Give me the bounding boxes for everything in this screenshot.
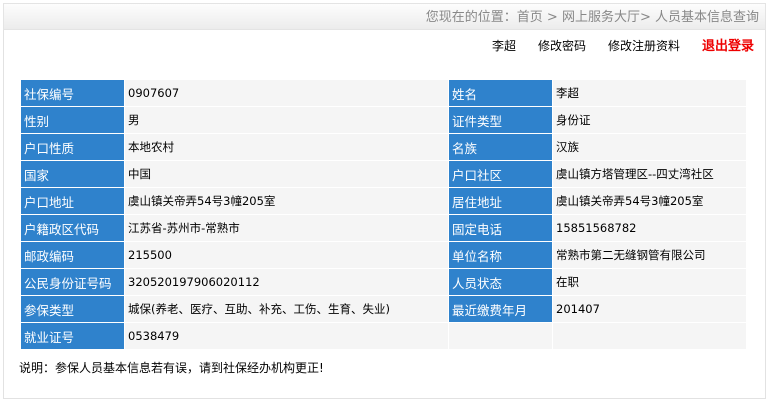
note-text: 说明：参保人员基本信息若有误，请到社保经办机构更正!: [19, 361, 324, 375]
field-value: 15851568782: [552, 214, 747, 242]
field-value: 汉族: [552, 133, 747, 161]
table-row: 公民身份证号码 320520197906020112 人员状态 在职: [20, 268, 747, 296]
field-label: 户籍政区代码: [20, 214, 125, 242]
field-label: 参保类型: [20, 295, 125, 323]
field-label: 国家: [20, 160, 125, 188]
field-label: 邮政编码: [20, 241, 125, 269]
field-label: 固定电话: [448, 214, 553, 242]
field-value: 常熟市第二无缝钢管有限公司: [552, 241, 747, 269]
field-value: 本地农村: [124, 133, 449, 161]
field-value: 李超: [552, 79, 747, 107]
field-label: 就业证号: [20, 322, 125, 350]
table-row: 邮政编码 215500 单位名称 常熟市第二无缝钢管有限公司: [20, 241, 747, 269]
breadcrumb-current: 人员基本信息查询: [654, 10, 759, 25]
field-value: 虞山镇关帝弄54号3幢205室: [124, 187, 449, 215]
field-value: 0907607: [124, 79, 449, 107]
table-row: 社保编号 0907607 姓名 李超: [20, 79, 747, 107]
table-row: 性别男证件类型 身份证: [20, 106, 747, 134]
field-value: 虞山镇方塔管理区--四丈湾社区: [552, 160, 747, 188]
field-label: 户口地址: [20, 187, 125, 215]
username-link[interactable]: 李超: [492, 39, 516, 53]
breadcrumb-home[interactable]: 首页: [517, 10, 543, 25]
field-value: 在职: [552, 268, 747, 296]
field-value: 0538479: [124, 322, 449, 350]
field-value: 身份证: [552, 106, 747, 134]
field-value: 江苏省-苏州市-常熟市: [124, 214, 449, 242]
breadcrumb: 您现在的位置：首页 > 网上服务大厅> 人员基本信息查询: [3, 3, 766, 30]
field-value: 215500: [124, 241, 449, 269]
field-label: 性别: [20, 106, 125, 134]
table-row: 户籍政区代码 江苏省-苏州市-常熟市 固定电话 15851568782: [20, 214, 747, 242]
change-password-link[interactable]: 修改密码: [538, 39, 586, 53]
table-row: 参保类型 城保(养老、医疗、互助、补充、工伤、生育、失业) 最近缴费年月 201407: [20, 295, 747, 323]
field-label: 单位名称: [448, 241, 553, 269]
breadcrumb-prefix: 您现在的位置：: [425, 10, 517, 25]
field-value: 201407: [552, 295, 747, 323]
field-label: 户口性质: [20, 133, 125, 161]
table-row: 户口地址 虞山镇关帝弄54号3幢205室 居住地址 虞山镇关帝弄54号3幢205室: [20, 187, 747, 215]
field-label: 姓名: [448, 79, 553, 107]
field-value: 虞山镇关帝弄54号3幢205室: [552, 187, 747, 215]
field-label: 居住地址: [448, 187, 553, 215]
field-label: 社保编号: [20, 79, 125, 107]
breadcrumb-service-hall[interactable]: 网上服务大厅: [562, 10, 640, 25]
field-label: 最近缴费年月: [448, 295, 553, 323]
field-value: 男: [124, 106, 449, 134]
field-label: 人员状态: [448, 268, 553, 296]
edit-registration-link[interactable]: 修改注册资料: [608, 39, 680, 53]
table-row: 户口性质 本地农村 名族 汉族: [20, 133, 747, 161]
field-label: 户口社区: [448, 160, 553, 188]
field-value: [552, 322, 747, 350]
field-label: 证件类型: [448, 106, 553, 134]
field-value: 中国: [124, 160, 449, 188]
table-row: 就业证号 0538479: [20, 322, 747, 350]
field-label: [448, 322, 553, 350]
user-links: 李超 修改密码 修改注册资料 退出登录: [470, 38, 754, 55]
logout-link[interactable]: 退出登录: [702, 39, 754, 54]
field-label: 公民身份证号码: [20, 268, 125, 296]
field-value: 城保(养老、医疗、互助、补充、工伤、生育、失业): [124, 295, 449, 323]
person-info-table: 社保编号 0907607 姓名 李超 性别男证件类型 身份证 户口性质 本地农村 名族 汉族 国家中…: [20, 79, 747, 350]
field-label: 名族: [448, 133, 553, 161]
field-value: 320520197906020112: [124, 268, 449, 296]
table-row: 国家 中国 户口社区 虞山镇方塔管理区--四丈湾社区: [20, 160, 747, 188]
